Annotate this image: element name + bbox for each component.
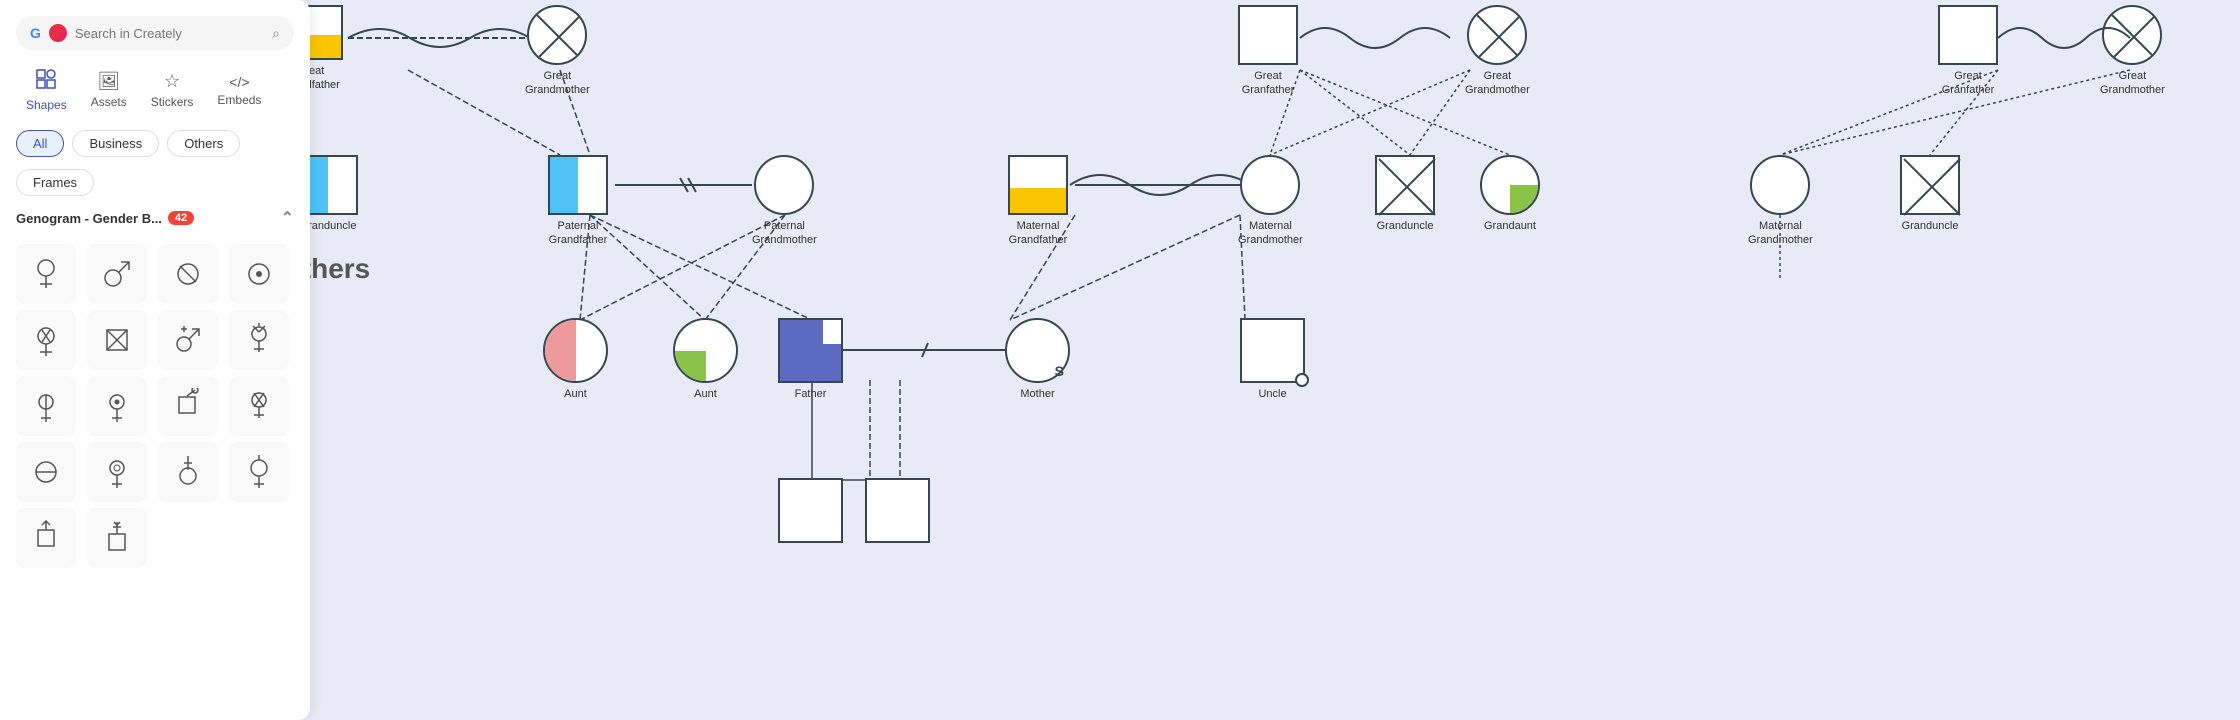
aunt2-node: Aunt	[673, 318, 738, 401]
frames-button[interactable]: Frames	[16, 169, 94, 196]
chevron-up-icon[interactable]: ⌃	[281, 208, 294, 228]
assets-icon: 🖼	[97, 71, 120, 92]
tab-shapes-label: Shapes	[26, 98, 67, 112]
embeds-icon: </>	[229, 74, 249, 90]
shape-18[interactable]	[87, 508, 147, 568]
paternal-grandfather-node: PaternalGrandfather	[548, 155, 608, 248]
shape-trans-male[interactable]	[158, 310, 218, 370]
mother-node: S Mother	[1005, 318, 1070, 401]
filter-all[interactable]: All	[16, 130, 64, 157]
father-node: Father	[778, 318, 843, 401]
tab-embeds-label: Embeds	[217, 93, 261, 107]
tabs-row: Shapes 🖼 Assets ☆ Stickers </> Embeds	[16, 62, 294, 118]
great-grandmother-paternal-label: GreatGrandmother	[525, 69, 590, 98]
rgt-maternal-grandmother-node: MaternalGrandmother	[1748, 155, 1813, 248]
shape-14[interactable]	[87, 442, 147, 502]
shape-unknown[interactable]	[158, 244, 218, 304]
father-label: Father	[795, 387, 827, 401]
maternal-grandmother-label: MaternalGrandmother	[1238, 219, 1303, 248]
search-bar[interactable]: G ⌕	[16, 16, 294, 50]
stickers-icon: ☆	[164, 71, 180, 92]
granduncle-maternal-label: Granduncle	[1377, 219, 1434, 233]
creately-icon	[49, 24, 67, 42]
great-grandmother-maternal-label: GreatGrandmother	[1465, 69, 1530, 98]
grandaunt-node: Grandaunt	[1480, 155, 1540, 233]
shape-13[interactable]	[16, 442, 76, 502]
mother-label: Mother	[1020, 387, 1054, 401]
shape-dot-inner[interactable]	[87, 376, 147, 436]
shape-trans-female[interactable]	[229, 310, 289, 370]
tab-assets[interactable]: 🖼 Assets	[81, 65, 137, 115]
filter-business[interactable]: Business	[72, 130, 159, 157]
tab-stickers[interactable]: ☆ Stickers	[141, 65, 204, 115]
filter-others[interactable]: Others	[167, 130, 240, 157]
aunt1-node: Aunt	[543, 318, 608, 401]
sidebar: G ⌕ Shapes 🖼 Assets ☆ Stickers	[0, 0, 310, 720]
tab-assets-label: Assets	[91, 95, 127, 109]
creately-logo	[49, 24, 67, 42]
rgt-great-grandmother-label: GreatGrandmother	[2100, 69, 2165, 98]
rgt-granduncle-node: Granduncle	[1900, 155, 1960, 233]
canvas[interactable]: GreatGrandfather GreatGrandmother GreatG…	[0, 0, 2240, 720]
aunt1-label: Aunt	[564, 387, 587, 401]
maternal-grandmother-node: MaternalGrandmother	[1238, 155, 1303, 248]
uncle-label: Uncle	[1258, 387, 1286, 401]
rgt-granduncle-label: Granduncle	[1902, 219, 1959, 233]
shape-female-cross[interactable]	[229, 376, 289, 436]
shape-circle-slash[interactable]	[16, 376, 76, 436]
shape-cross-female[interactable]	[16, 310, 76, 370]
tab-shapes[interactable]: Shapes	[16, 62, 77, 118]
rgt-great-grandfather-label: GreatGranfather	[1942, 69, 1995, 98]
google-logo: G	[30, 25, 41, 41]
section-title: Genogram - Gender B...	[16, 211, 162, 226]
shape-cross-male[interactable]	[87, 310, 147, 370]
tab-stickers-label: Stickers	[151, 95, 194, 109]
search-icon[interactable]: ⌕	[272, 25, 280, 42]
paternal-grandmother-node: PaternalGrandmother	[752, 155, 817, 248]
section-badge: 42	[168, 211, 194, 225]
tab-embeds[interactable]: </> Embeds	[207, 68, 271, 113]
uncle-node: Uncle	[1240, 318, 1305, 401]
shapes-icon	[35, 68, 57, 95]
paternal-grandmother-label: PaternalGrandmother	[752, 219, 817, 248]
great-grandmother-paternal-node: GreatGrandmother	[525, 5, 590, 98]
aunt2-label: Aunt	[694, 387, 717, 401]
connections-layer	[0, 0, 2240, 720]
shapes-grid	[16, 244, 294, 568]
maternal-grandfather-label: MaternalGrandfather	[1009, 219, 1068, 248]
shape-16[interactable]	[229, 442, 289, 502]
shape-male-circle[interactable]	[158, 376, 218, 436]
shape-female[interactable]	[16, 244, 76, 304]
filter-row: All Business Others	[16, 130, 294, 157]
shape-17[interactable]	[16, 508, 76, 568]
rgt-great-grandmother-node: GreatGrandmother	[2100, 5, 2165, 98]
section-header: Genogram - Gender B... 42 ⌃	[16, 208, 294, 228]
frames-row: Frames	[16, 169, 294, 196]
great-grandfather-maternal-node: GreatGranfather	[1238, 5, 1298, 98]
right-connections	[0, 0, 2240, 720]
great-grandmother-maternal-node: GreatGrandmother	[1465, 5, 1530, 98]
rgt-maternal-grandmother-label: MaternalGrandmother	[1748, 219, 1813, 248]
great-grandfather-maternal-label: GreatGranfather	[1242, 69, 1295, 98]
shape-dot-circle[interactable]	[229, 244, 289, 304]
grandaunt-label: Grandaunt	[1484, 219, 1536, 233]
shape-male[interactable]	[87, 244, 147, 304]
rgt-great-grandfather-node: GreatGranfather	[1938, 5, 1998, 98]
paternal-grandfather-label: PaternalGrandfather	[549, 219, 608, 248]
search-input[interactable]	[75, 26, 264, 41]
shape-15[interactable]	[158, 442, 218, 502]
maternal-grandfather-node: MaternalGrandfather	[1008, 155, 1068, 248]
granduncle-maternal-node: Granduncle	[1375, 155, 1435, 233]
child2-node	[865, 478, 930, 543]
child1-node	[778, 478, 843, 543]
